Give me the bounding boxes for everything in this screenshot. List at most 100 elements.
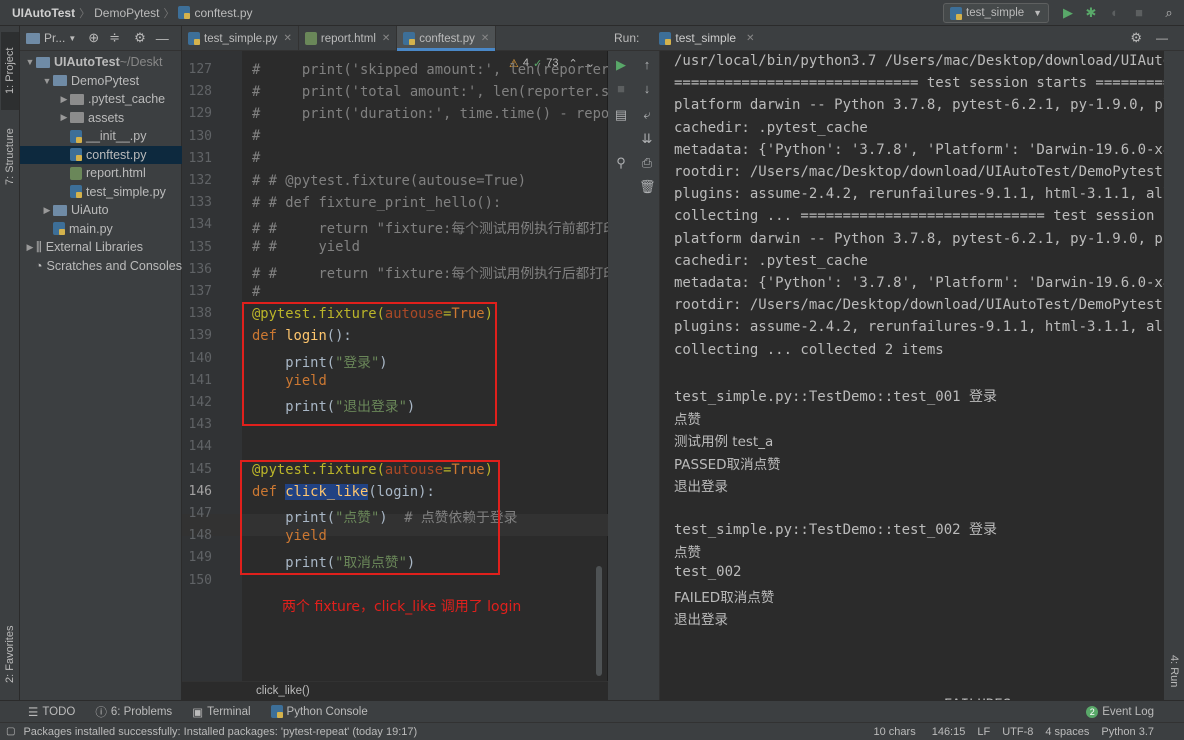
stop-icon[interactable]: ■: [1131, 5, 1147, 21]
python-console-tool[interactable]: Python Console: [270, 705, 368, 718]
tree-item[interactable]: ▼ UIAutoTest ~/Deskt: [20, 53, 182, 72]
arrow-up-icon[interactable]: ↑: [639, 57, 655, 73]
tree-item[interactable]: __init__.py: [20, 127, 182, 146]
line-number: 128: [188, 84, 212, 100]
console-line: plugins: assume-2.4.2, rerunfailures-9.1…: [674, 186, 1184, 203]
tree-item-label: main.py: [69, 221, 113, 236]
soft-wrap-icon[interactable]: ⤶: [639, 107, 655, 123]
python-file-icon: [70, 148, 82, 162]
line-number: 141: [188, 372, 212, 388]
rerun-icon[interactable]: ▶: [613, 57, 629, 73]
layout-icon[interactable]: ▤: [613, 107, 629, 123]
close-icon[interactable]: ✕: [481, 33, 489, 44]
tab-label: report.html: [320, 32, 376, 45]
line-number: 148: [188, 528, 212, 544]
code-breadcrumb[interactable]: click_like(): [182, 681, 608, 700]
gear-icon[interactable]: ⚙: [134, 30, 146, 46]
status-interpreter[interactable]: Python 3.7: [1101, 726, 1154, 738]
stop-icon[interactable]: ■: [613, 81, 629, 97]
run-tool-tab[interactable]: 4: Run: [1165, 641, 1183, 701]
breadcrumb-folder[interactable]: DemoPytest: [90, 6, 163, 20]
tree-item[interactable]: conftest.py: [20, 145, 182, 164]
breadcrumb-file[interactable]: conftest.py: [194, 6, 256, 20]
folder-icon: [36, 56, 50, 68]
chevron-down-icon[interactable]: ▼: [41, 76, 53, 86]
editor-scrollbar[interactable]: [596, 566, 602, 676]
tree-item[interactable]: ▶ UiAuto: [20, 201, 182, 220]
status-position[interactable]: 146:15: [932, 726, 966, 738]
print-icon[interactable]: ⎙: [639, 155, 655, 171]
favorites-tool-tab[interactable]: 2: Favorites: [1, 614, 19, 694]
tree-item[interactable]: ▶ assets: [20, 109, 182, 128]
console-line: PASSED取消点赞: [674, 456, 781, 473]
close-icon[interactable]: ✕: [382, 33, 390, 44]
structure-tool-tab[interactable]: 7: Structure: [1, 118, 19, 196]
line-number: 131: [188, 150, 212, 166]
chevron-right-icon[interactable]: ▶: [41, 205, 53, 216]
console-line: test_simple.py::TestDemo::test_002 登录: [674, 522, 998, 539]
arrow-down-icon[interactable]: ↓: [639, 81, 655, 97]
chevron-right-icon[interactable]: ▶: [58, 112, 70, 123]
tree-item[interactable]: report.html: [20, 164, 182, 183]
status-chars: 10 chars: [873, 725, 916, 738]
collapse-icon[interactable]: ≑: [109, 30, 120, 46]
code-line: # # yield: [252, 239, 360, 255]
coverage-icon[interactable]: ◐: [1107, 5, 1123, 21]
tree-item[interactable]: ▼ DemoPytest: [20, 72, 182, 91]
status-indent[interactable]: 4 spaces: [1045, 726, 1089, 738]
chevron-down-icon[interactable]: ▼: [24, 57, 36, 67]
run-tab[interactable]: test_simple: [675, 31, 736, 45]
event-log-tool[interactable]: 2 Event Log: [1086, 705, 1154, 718]
folder-icon: [53, 204, 67, 216]
chevron-down-icon[interactable]: ▼: [68, 34, 76, 43]
tree-item[interactable]: main.py: [20, 220, 182, 239]
run-tool-tab-label: 4: Run: [1168, 654, 1180, 688]
search-icon[interactable]: ⌕: [1161, 5, 1177, 21]
tree-item[interactable]: test_simple.py: [20, 183, 182, 202]
breadcrumb-project[interactable]: UIAutoTest: [8, 6, 79, 20]
gear-icon[interactable]: ⚙: [1130, 30, 1142, 46]
scroll-to-end-icon[interactable]: ⇊: [639, 131, 655, 147]
tree-item-label: UIAutoTest: [54, 55, 120, 70]
trash-icon[interactable]: 🗑: [639, 179, 656, 195]
console-line: cachedir: .pytest_cache: [674, 119, 868, 136]
close-icon[interactable]: ✕: [284, 33, 292, 44]
locate-icon[interactable]: ⊕: [88, 30, 99, 46]
tab-conftest[interactable]: conftest.py ✕: [397, 26, 497, 51]
html-file-icon: [304, 32, 317, 45]
line-number: 134: [188, 217, 212, 233]
terminal-tool[interactable]: ▣ Terminal: [192, 705, 250, 719]
run-config-select[interactable]: test_simple ▼: [943, 3, 1049, 23]
todo-tool[interactable]: ☰ TODO: [28, 705, 75, 719]
tree-item[interactable]: ▶ ⫼ External Libraries: [20, 238, 182, 257]
terminal-icon: ▣: [192, 706, 204, 719]
folder-icon: [70, 112, 84, 124]
tab-test-simple[interactable]: test_simple.py ✕: [182, 26, 299, 51]
chevron-right-icon[interactable]: ▶: [58, 94, 70, 105]
hide-icon[interactable]: —: [156, 31, 169, 46]
status-encoding[interactable]: UTF-8: [1002, 726, 1033, 738]
debug-icon[interactable]: ✱: [1083, 5, 1099, 21]
project-view-select[interactable]: Pr...: [44, 31, 65, 45]
status-message[interactable]: Packages installed successfully: Install…: [23, 726, 417, 738]
python-icon: [950, 6, 962, 20]
tab-report-html[interactable]: report.html ✕: [299, 26, 398, 51]
pin-icon[interactable]: ⚲: [613, 155, 629, 171]
chevron-right-icon[interactable]: ▶: [24, 242, 36, 253]
line-number: 140: [188, 350, 212, 366]
run-icon[interactable]: ▶: [1060, 5, 1076, 21]
project-tool-tab[interactable]: 1: Project: [1, 32, 19, 110]
run-config-label: test_simple: [966, 7, 1025, 19]
status-line-separator[interactable]: LF: [977, 726, 990, 738]
tree-item-label: test_simple.py: [86, 184, 166, 199]
project-panel: Pr... ▼ ⊕ ≑ ⚙ — ▼ UIAutoTest ~/Deskt ▼ Demo…: [20, 26, 182, 700]
close-icon[interactable]: ✕: [746, 33, 754, 44]
line-number: 137: [188, 284, 212, 299]
status-toggle-icon[interactable]: ▢: [6, 726, 15, 737]
hide-icon[interactable]: —: [1156, 31, 1168, 45]
folder-icon: [70, 93, 84, 105]
tree-item[interactable]: ◔ Scratches and Consoles: [20, 257, 182, 276]
python-file-icon: [403, 32, 416, 45]
problems-tool[interactable]: ⓘ 6: Problems: [95, 704, 172, 720]
tree-item[interactable]: ▶ .pytest_cache: [20, 90, 182, 109]
